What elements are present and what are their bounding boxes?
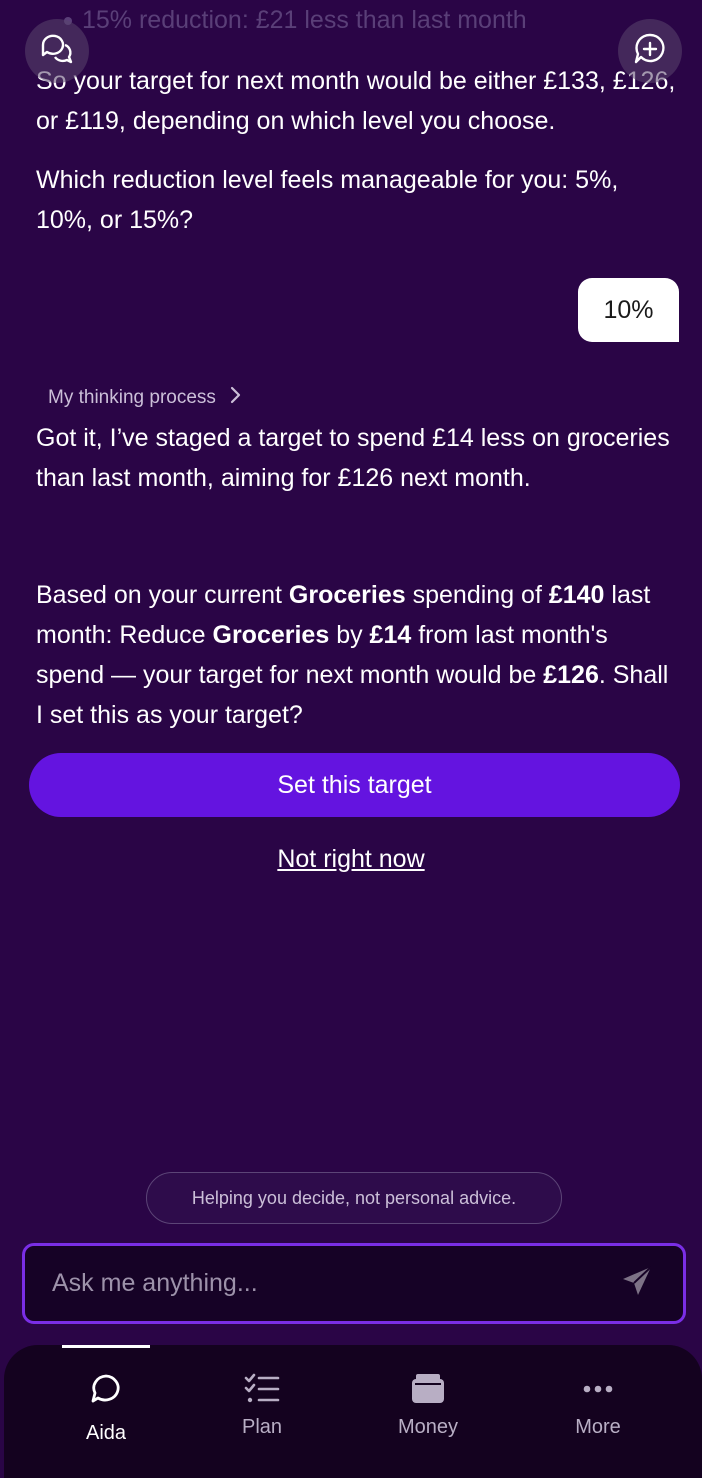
disclaimer-text: Helping you decide, not personal advice. xyxy=(191,1187,517,1208)
not-right-now-link[interactable]: Not right now xyxy=(0,845,702,874)
wallet-icon xyxy=(411,1372,445,1406)
nav-item-aida[interactable]: Aida xyxy=(58,1345,154,1478)
thinking-process-label: My thinking process xyxy=(48,387,216,408)
send-button[interactable] xyxy=(617,1264,657,1304)
new-chat-button[interactable] xyxy=(618,19,682,83)
nav-item-plan[interactable]: Plan xyxy=(214,1345,310,1478)
nav-label-plan: Plan xyxy=(241,1416,283,1438)
nav-item-more[interactable]: More xyxy=(550,1345,646,1478)
chat-icon xyxy=(89,1372,123,1406)
conversations-button[interactable] xyxy=(25,19,89,83)
more-dots-icon xyxy=(583,1372,613,1406)
assistant-confirmation-text: Got it, I’ve staged a target to spend £1… xyxy=(36,424,670,492)
new-chat-icon xyxy=(633,32,667,71)
send-icon xyxy=(619,1263,655,1304)
nav-label-money: Money xyxy=(397,1416,459,1438)
nav-label-more: More xyxy=(575,1416,621,1438)
disclaimer-pill: Helping you decide, not personal advice. xyxy=(146,1172,562,1224)
chevron-right-icon xyxy=(230,386,242,410)
assistant-question-text: Which reduction level feels manageable f… xyxy=(36,166,619,234)
set-target-button[interactable]: Set this target xyxy=(29,753,680,817)
message-composer xyxy=(22,1243,686,1324)
faded-bullet-item: 15% reduction: £21 less than last month xyxy=(64,6,527,35)
chat-bubbles-icon xyxy=(39,31,75,72)
nav-label-aida: Aida xyxy=(85,1422,127,1444)
user-message-text: 10% xyxy=(603,295,654,324)
thinking-process-toggle[interactable]: My thinking process xyxy=(48,386,242,410)
assistant-message-text: So your target for next month would be e… xyxy=(36,67,676,135)
bottom-navigation: Aida Plan Money More xyxy=(4,1345,702,1478)
message-input[interactable] xyxy=(52,1269,617,1298)
checklist-icon xyxy=(244,1372,280,1406)
nav-item-money[interactable]: Money xyxy=(380,1345,476,1478)
user-message-bubble: 10% xyxy=(578,278,679,342)
chat-thread: 15% reduction: £21 less than last month … xyxy=(0,0,702,1160)
assistant-target-summary: Based on your current Groceries spending… xyxy=(36,581,669,729)
